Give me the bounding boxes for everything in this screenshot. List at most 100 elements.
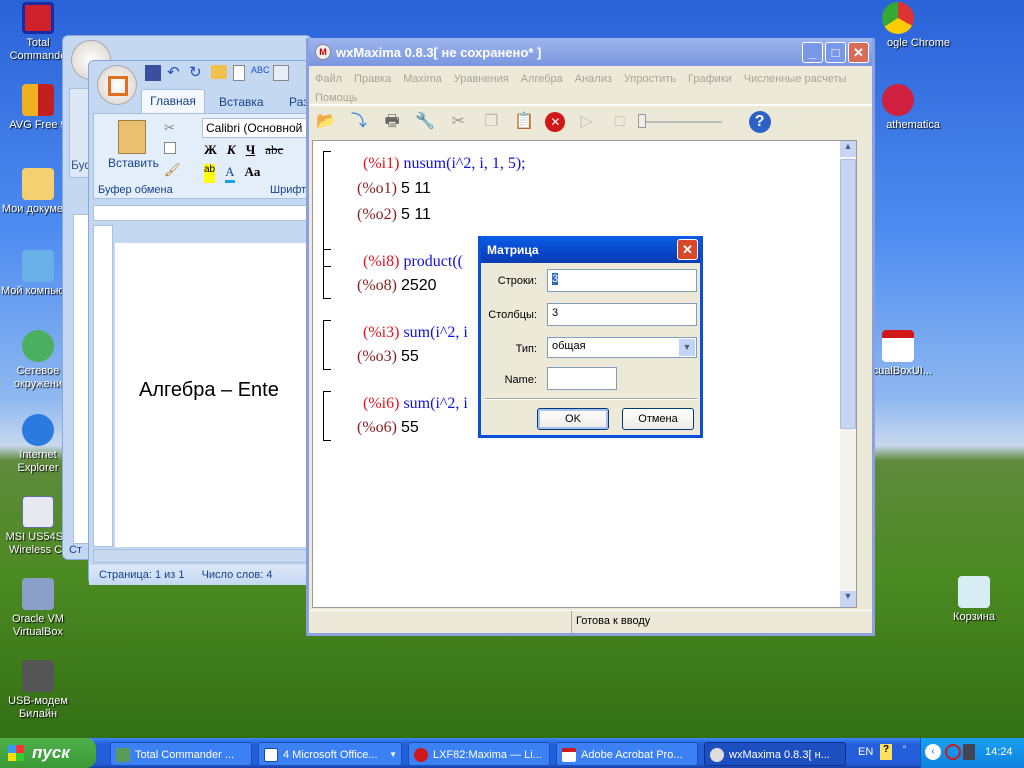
menu-help[interactable]: Помощь — [315, 92, 358, 104]
undo-icon[interactable]: ↶ — [167, 65, 183, 81]
horizontal-scrollbar[interactable] — [93, 549, 309, 563]
minimize-button[interactable]: _ — [802, 41, 823, 63]
menu-simplify[interactable]: Упростить — [624, 73, 676, 85]
menu-equations[interactable]: Уравнения — [454, 73, 509, 85]
cell-bracket[interactable] — [323, 320, 331, 370]
new-doc-icon[interactable] — [233, 65, 245, 81]
animation-slider[interactable] — [637, 114, 722, 128]
cell-bracket[interactable] — [323, 249, 331, 299]
clock[interactable]: 14:24 — [985, 746, 1013, 758]
maximize-button[interactable]: □ — [825, 41, 846, 63]
task-wxmaxima[interactable]: wxMaxima 0.8.3[ н... — [704, 742, 846, 766]
name-input[interactable] — [547, 367, 617, 390]
status-page[interactable]: Страница: 1 из 1 — [99, 569, 185, 581]
paste-icon[interactable]: 📋 — [512, 110, 536, 134]
bold-button[interactable]: Ж — [204, 142, 217, 158]
cell-bracket[interactable] — [323, 391, 331, 441]
desktop-icon-usb-modem[interactable]: USB-модем Билайн — [0, 660, 76, 721]
word-status-bar: Страница: 1 из 1 Число слов: 4 — [89, 565, 309, 585]
scroll-thumb[interactable] — [840, 159, 856, 429]
save-icon[interactable]: ⤵ — [347, 110, 371, 134]
tab-home[interactable]: Главная — [141, 89, 205, 113]
open-icon[interactable]: 📂 — [314, 110, 338, 134]
task-total-commander[interactable]: Total Commander ... — [110, 742, 252, 766]
chevron-down-icon[interactable]: ▼ — [679, 339, 695, 356]
open-icon[interactable] — [211, 65, 227, 79]
play-icon[interactable]: ▷ — [575, 110, 599, 134]
cut-icon[interactable]: ✂ — [446, 110, 470, 134]
cut-icon[interactable]: ✂ — [164, 120, 175, 136]
floppy-icon — [22, 2, 54, 34]
word-window[interactable]: ↶ ↻ ABC Главная Вставка Раз Вставить ✂ 🖌… — [88, 60, 312, 585]
modem-icon — [22, 660, 54, 692]
print-icon[interactable]: 🖶 — [380, 110, 404, 134]
table-icon[interactable] — [273, 65, 289, 81]
start-button[interactable]: пуск — [0, 738, 96, 768]
menu-calculus[interactable]: Анализ — [575, 73, 612, 85]
desktop-icon-mathematica[interactable]: athematica — [870, 84, 940, 132]
office-button[interactable] — [97, 65, 137, 105]
msi-icon — [22, 496, 54, 528]
paste-button[interactable]: Вставить — [108, 156, 159, 170]
copy-icon[interactable] — [164, 142, 176, 154]
rows-input[interactable]: 3 — [547, 269, 697, 292]
cancel-button[interactable]: Отмена — [622, 408, 694, 430]
desktop-icon-virtualbox[interactable]: Oracle VM VirtualBox — [0, 578, 76, 639]
task-adobe-acrobat[interactable]: Adobe Acrobat Pro... — [556, 742, 698, 766]
config-tools-icon[interactable]: 🔧 — [413, 110, 437, 134]
italic-button[interactable]: К — [227, 142, 236, 158]
wxmaxima-titlebar[interactable]: M wxMaxima 0.8.3[ не сохранено* ] _ □ ✕ — [309, 38, 872, 66]
dialog-title: Матрица — [487, 242, 539, 257]
font-name-box[interactable]: Calibri (Основной т — [202, 118, 312, 138]
spellcheck-icon[interactable]: ABC — [251, 65, 270, 81]
window-title: wxMaxima 0.8.3[ не сохранено* ] — [336, 44, 542, 60]
slider-thumb[interactable] — [637, 114, 646, 128]
save-icon[interactable] — [145, 65, 161, 81]
menu-file[interactable]: Файл — [315, 73, 342, 85]
underline-button[interactable]: Ч — [246, 142, 256, 158]
highlight-icon[interactable]: ab — [204, 164, 216, 183]
dialog-titlebar[interactable]: Матрица ✕ — [481, 236, 700, 263]
quick-access-toolbar: ↶ ↻ ABC — [145, 65, 289, 81]
desktop-icon-pdf[interactable]: cualBoxUI... — [870, 330, 932, 378]
status-words[interactable]: Число слов: 4 — [202, 569, 273, 581]
dialog-close-button[interactable]: ✕ — [677, 239, 698, 260]
maxima-icon — [710, 748, 724, 762]
network-disconnected-icon[interactable] — [945, 744, 961, 760]
language-indicator[interactable]: EN — [858, 746, 873, 758]
scroll-down-button[interactable]: ▼ — [840, 591, 856, 607]
strikethrough-button[interactable]: abc — [265, 142, 283, 158]
language-bar-icon[interactable]: ▫ — [903, 742, 907, 753]
menu-numeric[interactable]: Численные расчеты — [744, 73, 847, 85]
paste-icon — [118, 120, 146, 154]
menu-plotting[interactable]: Графики — [688, 73, 732, 85]
desktop-icon-recycle-bin[interactable]: Корзина — [936, 576, 1012, 624]
close-button[interactable]: ✕ — [848, 41, 869, 63]
menu-edit[interactable]: Правка — [354, 73, 391, 85]
menu-maxima[interactable]: Maxima — [403, 73, 442, 85]
format-painter-icon[interactable]: 🖌 — [164, 162, 181, 178]
ok-button[interactable]: OK — [537, 408, 609, 430]
type-select[interactable]: общая ▼ — [547, 337, 697, 358]
interrupt-icon[interactable]: ✕ — [545, 112, 566, 132]
help-tray-icon[interactable]: ? — [880, 744, 892, 760]
copy-icon[interactable]: ❐ — [479, 110, 503, 134]
vertical-scrollbar[interactable]: ▲ ▼ — [840, 141, 856, 607]
help-icon[interactable]: ? — [748, 111, 771, 133]
font-size-button[interactable]: Aa — [245, 164, 261, 183]
menu-algebra[interactable]: Алгебра — [521, 73, 563, 85]
matrix-dialog[interactable]: Матрица ✕ Строки: 3 Столбцы: 3 Тип: обща… — [478, 236, 703, 438]
network-icon[interactable] — [963, 744, 975, 760]
show-hidden-icons-button[interactable]: ‹ — [925, 744, 941, 760]
task-opera-lxf82[interactable]: LXF82:Maxima — Li... — [408, 742, 550, 766]
font-color-button[interactable]: A — [225, 164, 235, 183]
redo-icon[interactable]: ↻ — [189, 65, 205, 81]
tab-insert[interactable]: Вставка — [219, 95, 264, 109]
stop-icon[interactable]: □ — [608, 110, 632, 134]
output-line: (%o2) 5 11 — [357, 206, 431, 223]
task-microsoft-office[interactable]: 4 Microsoft Office... ▼ — [258, 742, 402, 766]
cols-input[interactable]: 3 — [547, 303, 697, 326]
document-page[interactable]: Алгебра – Ente — [115, 243, 311, 547]
scroll-up-button[interactable]: ▲ — [840, 141, 856, 157]
ie-icon — [22, 414, 54, 446]
